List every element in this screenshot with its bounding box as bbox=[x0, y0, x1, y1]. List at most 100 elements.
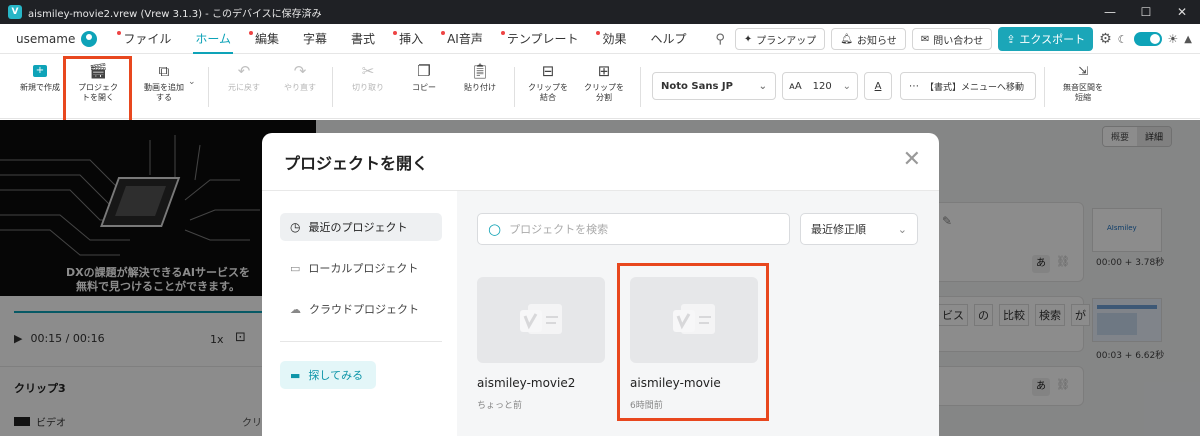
bell-icon: 🔔︎ bbox=[840, 33, 853, 45]
close-icon[interactable]: ✕ bbox=[903, 147, 921, 172]
export-button[interactable]: ⇪ エクスポート bbox=[998, 27, 1094, 51]
font-size-value: 120 bbox=[812, 80, 832, 92]
sidebar-divider bbox=[280, 341, 442, 342]
font-value: Noto Sans JP bbox=[661, 80, 733, 92]
new-label: 新規で作成 bbox=[20, 83, 60, 92]
moon-icon: ☾ bbox=[1117, 32, 1128, 46]
add-video-icon: ⧉ bbox=[158, 62, 170, 80]
folder-icon: ▬ bbox=[290, 368, 301, 382]
shorten-silence-button[interactable]: ⇲ 無音区間を短縮 bbox=[1056, 61, 1110, 103]
tab-ai-voice[interactable]: AI音声 bbox=[435, 24, 495, 54]
more-icon: ⋯ bbox=[909, 80, 919, 92]
app-logo-icon: V bbox=[8, 5, 22, 19]
format-menu-label: 【書式】メニューへ移動 bbox=[925, 82, 1025, 93]
user-account[interactable]: usemame bbox=[16, 30, 98, 47]
tab-template[interactable]: テンプレート bbox=[495, 24, 591, 54]
chevron-down-icon: ⌄ bbox=[188, 77, 196, 87]
scissors-icon: ✂ bbox=[361, 62, 375, 80]
tab-insert[interactable]: 挿入 bbox=[387, 24, 435, 54]
window-title: aismiley-movie2.vrew (Vrew 3.1.3) - このデバ… bbox=[28, 8, 322, 20]
notice-label: お知らせ bbox=[857, 35, 897, 47]
copy-button[interactable]: ❐ コピー bbox=[402, 61, 446, 93]
close-window-icon[interactable]: ✕ bbox=[1164, 0, 1200, 24]
dialog-sidebar: ◷ 最近のプロジェクト ▭ ローカルプロジェクト ☁ クラウドプロジェクト ▬ … bbox=[262, 191, 457, 436]
copy-icon: ❐ bbox=[417, 62, 431, 80]
minimize-icon[interactable]: — bbox=[1092, 0, 1128, 24]
explore-button[interactable]: ▬ 探してみる bbox=[280, 361, 376, 389]
project-thumbnail bbox=[477, 277, 605, 363]
tab-help[interactable]: ヘルプ bbox=[638, 24, 698, 54]
redo-icon: ↷ bbox=[293, 62, 307, 80]
cut-label: 切り取り bbox=[352, 83, 384, 92]
plan-up-label: プランアップ bbox=[756, 35, 817, 47]
sidebar-item-recent[interactable]: ◷ 最近のプロジェクト bbox=[280, 213, 442, 241]
chevron-down-icon: ⌄ bbox=[897, 222, 907, 236]
dialog-header: プロジェクトを開く ✕ bbox=[262, 133, 939, 191]
merge-clip-button[interactable]: ⊟ クリップを結合 bbox=[524, 61, 572, 103]
undo-button[interactable]: ↶ 元に戻す bbox=[222, 61, 266, 93]
font-size-select[interactable]: ᴀA 120 ⌄ bbox=[782, 72, 858, 100]
paste-button[interactable]: 📋︎ 貼り付け bbox=[456, 61, 504, 93]
sidebar-item-label: クラウドプロジェクト bbox=[309, 303, 419, 316]
chevron-down-icon: ⌄ bbox=[758, 80, 767, 92]
menu-bar: usemame ファイル ホーム 編集 字幕 書式 挿入 AI音声 テンプレート… bbox=[0, 24, 1200, 54]
open-project-dialog: プロジェクトを開く ✕ ◷ 最近のプロジェクト ▭ ローカルプロジェクト ☁ ク… bbox=[262, 133, 939, 436]
cloud-icon: ☁ bbox=[290, 302, 301, 316]
ribbon-toolbar: + 新規で作成 🎬︎ プロジェクトを開く ⧉ 動画を追加する ⌄ ↶ 元に戻す … bbox=[0, 55, 1200, 119]
project-card[interactable]: aismiley-movie2 ちょっと前 bbox=[477, 277, 605, 411]
sidebar-item-local[interactable]: ▭ ローカルプロジェクト bbox=[280, 254, 442, 282]
new-project-button[interactable]: + 新規で作成 bbox=[14, 61, 66, 93]
tab-edit[interactable]: 編集 bbox=[243, 24, 291, 54]
sun-icon: ☀ bbox=[1167, 32, 1179, 46]
title-bar: V aismiley-movie2.vrew (Vrew 3.1.3) - この… bbox=[0, 0, 1200, 24]
open-project-highlight bbox=[63, 56, 132, 126]
undo-label: 元に戻す bbox=[228, 83, 260, 92]
sparkle-icon: ✦ bbox=[743, 33, 753, 45]
merge-icon: ⊟ bbox=[541, 62, 555, 80]
contact-label: 問い合わせ bbox=[933, 35, 984, 47]
search-placeholder: プロジェクトを検索 bbox=[509, 223, 609, 236]
sort-select[interactable]: 最近修正順 ⌄ bbox=[800, 213, 918, 245]
text-color-button[interactable]: A bbox=[864, 72, 892, 100]
shorten-label: 無音区間を短縮 bbox=[1063, 83, 1103, 102]
monitor-icon: ▭ bbox=[290, 261, 301, 275]
split-clip-button[interactable]: ⊞ クリップを分割 bbox=[580, 61, 628, 103]
avatar[interactable] bbox=[81, 30, 98, 47]
font-select[interactable]: Noto Sans JP ⌄ bbox=[652, 72, 776, 100]
notice-button[interactable]: 🔔︎ お知らせ bbox=[831, 28, 906, 50]
shorten-icon: ⇲ bbox=[1077, 64, 1089, 78]
split-icon: ⊞ bbox=[597, 62, 611, 80]
chevron-up-icon[interactable]: ▲ bbox=[1184, 34, 1192, 45]
project-highlight bbox=[617, 263, 769, 421]
cut-button[interactable]: ✂ 切り取り bbox=[344, 61, 392, 93]
contact-button[interactable]: ✉ 問い合わせ bbox=[911, 28, 993, 50]
add-video-button[interactable]: ⧉ 動画を追加する bbox=[140, 61, 188, 103]
search-icon[interactable]: ⚲ bbox=[715, 32, 725, 47]
plan-up-button[interactable]: ✦ プランアップ bbox=[734, 28, 826, 50]
format-menu-button[interactable]: ⋯ 【書式】メニューへ移動 bbox=[900, 72, 1036, 100]
sidebar-item-label: ローカルプロジェクト bbox=[308, 262, 419, 275]
sort-value: 最近修正順 bbox=[811, 223, 866, 236]
tab-file[interactable]: ファイル bbox=[111, 24, 183, 54]
redo-button[interactable]: ↷ やり直す bbox=[278, 61, 322, 93]
add-video-label: 動画を追加する bbox=[144, 83, 184, 102]
clipboard-icon: 📋︎ bbox=[470, 62, 490, 80]
theme-toggle[interactable] bbox=[1133, 32, 1162, 46]
plus-icon: + bbox=[29, 61, 51, 81]
search-icon: ○ bbox=[488, 220, 502, 238]
sidebar-item-cloud[interactable]: ☁ クラウドプロジェクト bbox=[280, 295, 442, 323]
maximize-icon[interactable]: ☐ bbox=[1128, 0, 1164, 24]
tab-format[interactable]: 書式 bbox=[339, 24, 387, 54]
project-search-input[interactable]: ○ プロジェクトを検索 bbox=[477, 213, 790, 245]
tab-home[interactable]: ホーム bbox=[183, 24, 243, 54]
text-color-icon: A bbox=[874, 80, 882, 92]
paste-label: 貼り付け bbox=[464, 83, 496, 92]
mail-icon: ✉ bbox=[920, 33, 930, 45]
project-time: ちょっと前 bbox=[477, 401, 523, 411]
tab-effect[interactable]: 効果 bbox=[590, 24, 638, 54]
export-icon: ⇪ bbox=[1006, 32, 1016, 46]
add-video-dropdown[interactable]: ⌄ bbox=[188, 77, 196, 87]
gear-icon[interactable]: ⚙ bbox=[1099, 31, 1112, 47]
copy-label: コピー bbox=[412, 83, 436, 92]
tab-subtitle[interactable]: 字幕 bbox=[291, 24, 339, 54]
